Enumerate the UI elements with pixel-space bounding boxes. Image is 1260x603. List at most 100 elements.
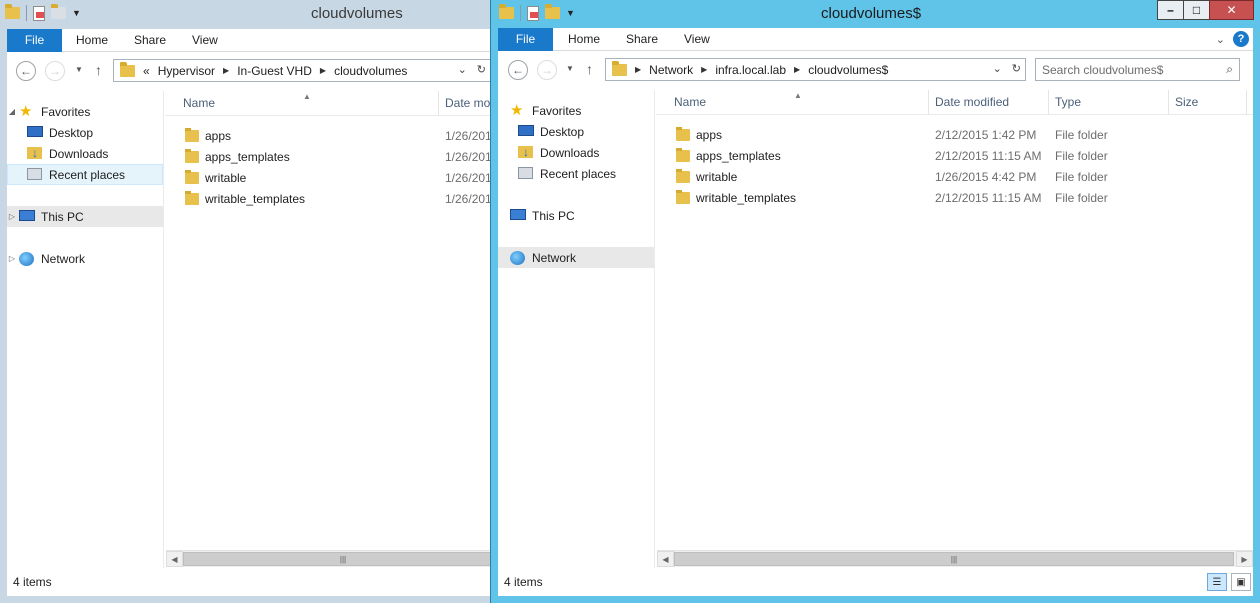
search-icon[interactable]: ⌕ [1226, 62, 1233, 77]
breadcrumb-infra-local-lab[interactable]: infra.local.lab [715, 63, 786, 77]
file-row[interactable]: writable 1/26/2015 [165, 167, 490, 188]
scroll-left-arrow-icon[interactable]: ◀ [166, 551, 183, 567]
network-icon [510, 250, 525, 265]
expand-icon[interactable]: ▷ [7, 212, 17, 221]
tab-view[interactable]: View [684, 28, 710, 51]
expand-icon[interactable]: ▷ [7, 254, 17, 263]
scroll-right-arrow-icon[interactable]: ▶ [1236, 551, 1253, 567]
file-row[interactable]: writable_templates 2/12/2015 11:15 AM Fi… [656, 187, 1253, 208]
nav-recent-places[interactable]: Recent places [498, 163, 654, 184]
forward-arrow-icon[interactable]: → [537, 60, 557, 80]
breadcrumb-separator-icon[interactable]: ▶ [701, 65, 707, 74]
desktop-icon [518, 124, 534, 136]
breadcrumb-separator-icon[interactable]: ▶ [794, 65, 800, 74]
minimize-button[interactable]: – [1157, 0, 1184, 20]
nav-label: Downloads [49, 146, 109, 161]
horizontal-scrollbar[interactable]: ◀ ||| ▶ [657, 550, 1253, 567]
file-row[interactable]: apps 1/26/2015 [165, 125, 490, 146]
tab-home[interactable]: Home [76, 29, 108, 52]
properties-icon[interactable] [527, 5, 539, 21]
address-bar[interactable]: « Hypervisor ▶ In-Guest VHD ▶ cloudvolum… [113, 59, 490, 82]
nav-desktop[interactable]: Desktop [498, 121, 654, 142]
breadcrumb-separator-icon[interactable]: ▶ [635, 65, 641, 74]
search-input[interactable] [1042, 62, 1212, 77]
folder-icon [676, 126, 690, 141]
nav-label: Downloads [540, 145, 600, 160]
file-date: 1/26/2015 [445, 191, 490, 206]
title-bar[interactable]: ▼ cloudvolumes [0, 0, 490, 29]
refresh-icon[interactable]: ↻ [477, 63, 486, 76]
file-name: apps_templates [696, 148, 781, 163]
status-bar: 4 items ☰ ▣ [498, 568, 1253, 596]
nav-this-pc[interactable]: ▷ This PC [7, 206, 163, 227]
title-bar[interactable]: ▼ cloudvolumes$ – □ ✕ [491, 0, 1260, 29]
nav-network[interactable]: ▷ Network [7, 248, 163, 269]
tab-home[interactable]: Home [568, 28, 600, 51]
file-row[interactable]: apps_templates 1/26/2015 [165, 146, 490, 167]
column-header-date-modified[interactable]: Date modified [929, 90, 1049, 115]
up-arrow-icon[interactable]: ↑ [95, 62, 102, 78]
breadcrumb-separator-icon[interactable]: ▶ [320, 66, 326, 75]
file-row[interactable]: apps_templates 2/12/2015 11:15 AM File f… [656, 145, 1253, 166]
nav-downloads[interactable]: Downloads [7, 143, 163, 164]
maximize-button[interactable]: □ [1183, 0, 1210, 20]
recent-locations-dropdown-icon[interactable]: ▼ [566, 64, 574, 73]
column-header-type[interactable]: Type [1049, 90, 1169, 115]
new-folder-icon[interactable] [51, 4, 66, 19]
scrollbar-thumb[interactable]: ||| [674, 552, 1234, 566]
address-dropdown-icon[interactable]: ⌄ [458, 63, 467, 76]
column-header-date-modified[interactable]: Date modified [439, 91, 490, 116]
column-header-size[interactable]: Size [1169, 90, 1247, 115]
explorer-window-cloudvolumes-share[interactable]: ▼ cloudvolumes$ – □ ✕ File Home Share Vi… [490, 0, 1260, 603]
refresh-icon[interactable]: ↻ [1012, 62, 1021, 75]
file-row[interactable]: writable 1/26/2015 4:42 PM File folder [656, 166, 1253, 187]
horizontal-scrollbar[interactable]: ◀ ||| [166, 550, 490, 567]
back-arrow-icon[interactable]: ← [508, 60, 528, 80]
expand-icon[interactable]: ◢ [7, 107, 17, 116]
details-view-icon[interactable]: ☰ [1207, 573, 1227, 591]
nav-network[interactable]: Network [498, 247, 654, 268]
breadcrumb-hypervisor[interactable]: Hypervisor [158, 64, 215, 78]
explorer-window-cloudvolumes[interactable]: ▼ cloudvolumes File Home Share View ← → … [0, 0, 490, 603]
large-icons-view-icon[interactable]: ▣ [1231, 573, 1251, 591]
breadcrumb-overflow[interactable]: « [143, 64, 150, 78]
tab-view[interactable]: View [192, 29, 218, 52]
file-row[interactable]: apps 2/12/2015 1:42 PM File folder [656, 124, 1253, 145]
nav-favorites[interactable]: ◢ ★ Favorites [7, 101, 163, 122]
nav-desktop[interactable]: Desktop [7, 122, 163, 143]
properties-icon[interactable] [33, 5, 45, 21]
nav-recent-places[interactable]: Recent places [7, 164, 163, 185]
forward-arrow-icon[interactable]: → [45, 61, 65, 81]
nav-this-pc[interactable]: This PC [498, 205, 654, 226]
up-arrow-icon[interactable]: ↑ [586, 61, 593, 77]
breadcrumb-cloudvolumes[interactable]: cloudvolumes [334, 64, 407, 78]
file-row[interactable]: writable_templates 1/26/2015 [165, 188, 490, 209]
toolbar-separator [520, 5, 521, 21]
tab-file[interactable]: File [498, 28, 553, 51]
back-arrow-icon[interactable]: ← [16, 61, 36, 81]
nav-downloads[interactable]: Downloads [498, 142, 654, 163]
breadcrumb-network[interactable]: Network [649, 63, 693, 77]
breadcrumb-separator-icon[interactable]: ▶ [223, 66, 229, 75]
new-folder-icon[interactable] [545, 4, 560, 19]
close-button[interactable]: ✕ [1209, 0, 1254, 20]
search-box[interactable]: ⌕ [1035, 58, 1240, 81]
customize-toolbar-dropdown-icon[interactable]: ▼ [72, 8, 81, 18]
desktop-icon [27, 125, 43, 137]
breadcrumb-in-guest-vhd[interactable]: In-Guest VHD [237, 64, 312, 78]
tab-share[interactable]: Share [134, 29, 166, 52]
breadcrumb-cloudvolumes-share[interactable]: cloudvolumes$ [808, 63, 888, 77]
customize-toolbar-dropdown-icon[interactable]: ▼ [566, 8, 575, 18]
scrollbar-thumb[interactable]: ||| [183, 552, 490, 566]
tab-file[interactable]: File [7, 29, 62, 52]
sort-ascending-icon: ▲ [794, 91, 802, 100]
tab-share[interactable]: Share [626, 28, 658, 51]
scroll-left-arrow-icon[interactable]: ◀ [657, 551, 674, 567]
nav-favorites[interactable]: ★ Favorites [498, 100, 654, 121]
expand-ribbon-icon[interactable]: ⌄ [1216, 33, 1225, 46]
address-bar[interactable]: ▶ Network ▶ infra.local.lab ▶ cloudvolum… [605, 58, 1026, 81]
recent-locations-dropdown-icon[interactable]: ▼ [75, 65, 83, 74]
nav-label: Desktop [540, 124, 585, 139]
address-dropdown-icon[interactable]: ⌄ [993, 62, 1002, 75]
help-icon[interactable]: ? [1233, 31, 1249, 47]
